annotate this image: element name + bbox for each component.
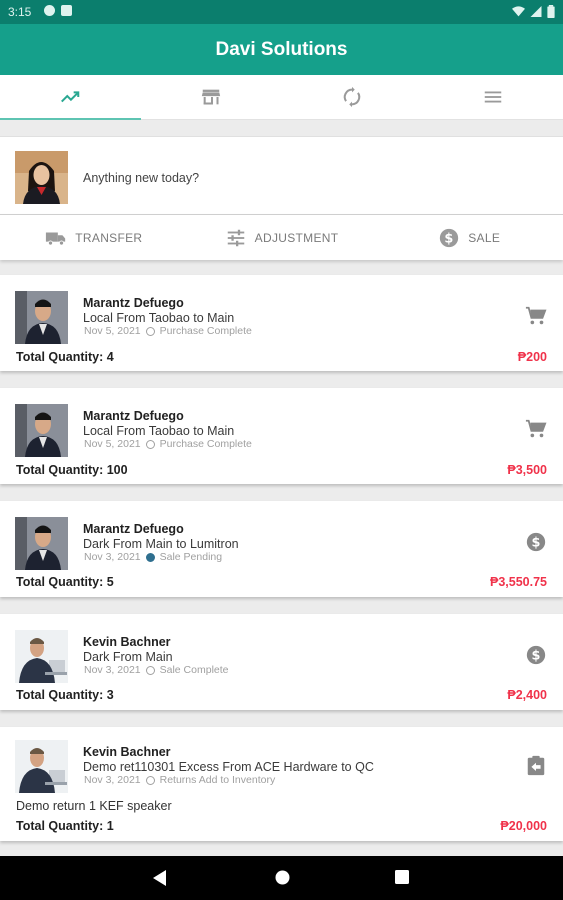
menu-icon <box>484 91 501 103</box>
svg-text:$: $ <box>532 536 541 551</box>
card-status: Sale Complete <box>159 664 229 676</box>
system-nav-bar <box>0 856 563 900</box>
card-meta: Nov 3, 2021 Returns Add to Inventory <box>83 774 275 786</box>
check-circle-icon <box>145 326 155 336</box>
transaction-card[interactable]: Marantz Defuego Local From Taobao to Mai… <box>0 388 563 484</box>
card-description: Dark From Main to Lumitron <box>83 537 239 551</box>
svg-text:$: $ <box>445 231 454 246</box>
back-icon[interactable] <box>153 870 167 886</box>
dollar-icon: $ <box>440 228 459 247</box>
total-quantity: Total Quantity: 1 <box>16 819 114 833</box>
sim-icon <box>61 5 72 16</box>
app-bar: Davi Solutions <box>0 24 563 75</box>
card-status: Sale Pending <box>159 551 223 563</box>
check-circle-icon <box>145 439 155 449</box>
transaction-card[interactable]: Marantz Defuego Dark From Main to Lumitr… <box>0 501 563 597</box>
status-time: 3:15 <box>8 5 32 19</box>
card-date: Nov 5, 2021 <box>84 325 141 337</box>
card-note: Demo return 1 KEF speaker <box>16 799 172 813</box>
sync-icon <box>343 86 361 108</box>
card-meta: Nov 3, 2021 Sale Complete <box>83 664 229 676</box>
card-date: Nov 3, 2021 <box>84 774 141 786</box>
card-status: Purchase Complete <box>159 438 252 450</box>
avatar <box>15 740 68 793</box>
card-name: Kevin Bachner <box>83 635 171 649</box>
store-icon <box>201 89 221 105</box>
tab-sync[interactable] <box>282 75 423 119</box>
system-icons <box>512 5 555 18</box>
dollar-icon: $ <box>526 532 546 552</box>
card-meta: Nov 5, 2021 Purchase Complete <box>83 438 252 450</box>
check-circle-icon <box>145 665 155 675</box>
transaction-card[interactable]: Marantz Defuego Local From Taobao to Mai… <box>0 275 563 371</box>
transaction-card[interactable]: Kevin Bachner Demo ret110301 Excess From… <box>0 727 563 841</box>
wifi-icon <box>512 6 525 17</box>
amount: ₱20,000 <box>500 819 547 833</box>
tab-activity[interactable] <box>0 75 141 120</box>
post-composer[interactable]: Anything new today? <box>0 136 563 214</box>
pending-icon <box>145 552 155 562</box>
signal-icon <box>530 6 542 17</box>
avatar <box>15 404 68 457</box>
card-name: Marantz Defuego <box>83 522 184 536</box>
total-quantity: Total Quantity: 4 <box>16 350 114 364</box>
home-icon[interactable] <box>275 870 290 885</box>
card-name: Kevin Bachner <box>83 745 171 759</box>
composer-placeholder: Anything new today? <box>83 171 200 185</box>
tab-bar <box>0 75 563 120</box>
status-bar: 3:15 <box>0 0 563 24</box>
card-description: Dark From Main <box>83 650 173 664</box>
tab-store[interactable] <box>141 75 282 119</box>
battery-icon <box>547 5 555 18</box>
card-description: Local From Taobao to Main <box>83 311 235 325</box>
amount: ₱3,500 <box>507 463 547 477</box>
transfer-label: TRANSFER <box>75 230 143 245</box>
card-name: Marantz Defuego <box>83 296 184 310</box>
recents-icon[interactable] <box>395 870 409 884</box>
adjustment-label: ADJUSTMENT <box>254 230 339 245</box>
card-description: Local From Taobao to Main <box>83 424 235 438</box>
adjustment-button[interactable]: ADJUSTMENT <box>188 215 376 260</box>
card-status: Returns Add to Inventory <box>159 774 276 786</box>
sale-button[interactable]: $ SALE <box>375 215 563 260</box>
card-date: Nov 5, 2021 <box>84 438 141 450</box>
card-description: Demo ret110301 Excess From ACE Hardware … <box>83 760 374 774</box>
cart-icon <box>525 419 547 438</box>
avatar <box>15 291 68 344</box>
notification-icon <box>44 5 55 16</box>
card-meta: Nov 3, 2021 Sale Pending <box>83 551 222 563</box>
check-circle-icon <box>145 775 155 785</box>
user-avatar[interactable] <box>15 151 68 204</box>
card-meta: Nov 5, 2021 Purchase Complete <box>83 325 252 337</box>
avatar <box>15 517 68 570</box>
amount: ₱2,400 <box>507 688 547 702</box>
amount: ₱200 <box>517 350 547 364</box>
dollar-icon: $ <box>526 645 546 665</box>
card-status: Purchase Complete <box>159 325 252 337</box>
total-quantity: Total Quantity: 3 <box>16 688 114 702</box>
return-box-icon <box>527 755 545 776</box>
transfer-button[interactable]: TRANSFER <box>0 215 188 260</box>
tune-icon <box>227 229 244 246</box>
svg-text:$: $ <box>532 649 541 664</box>
card-date: Nov 3, 2021 <box>84 551 141 563</box>
sale-label: SALE <box>468 230 501 245</box>
amount: ₱3,550.75 <box>490 575 547 589</box>
total-quantity: Total Quantity: 5 <box>16 575 114 589</box>
transaction-card[interactable]: Kevin Bachner Dark From Main Nov 3, 2021… <box>0 614 563 710</box>
cart-icon <box>525 306 547 325</box>
tab-menu[interactable] <box>422 75 563 119</box>
action-bar: TRANSFER ADJUSTMENT $ SALE <box>0 214 563 260</box>
app-title: Davi Solutions <box>215 39 348 60</box>
truck-icon <box>46 232 66 246</box>
trending-icon <box>61 91 80 103</box>
avatar <box>15 630 68 683</box>
total-quantity: Total Quantity: 100 <box>16 463 128 477</box>
notification-icons <box>44 5 72 16</box>
card-name: Marantz Defuego <box>83 409 184 423</box>
card-date: Nov 3, 2021 <box>84 664 141 676</box>
